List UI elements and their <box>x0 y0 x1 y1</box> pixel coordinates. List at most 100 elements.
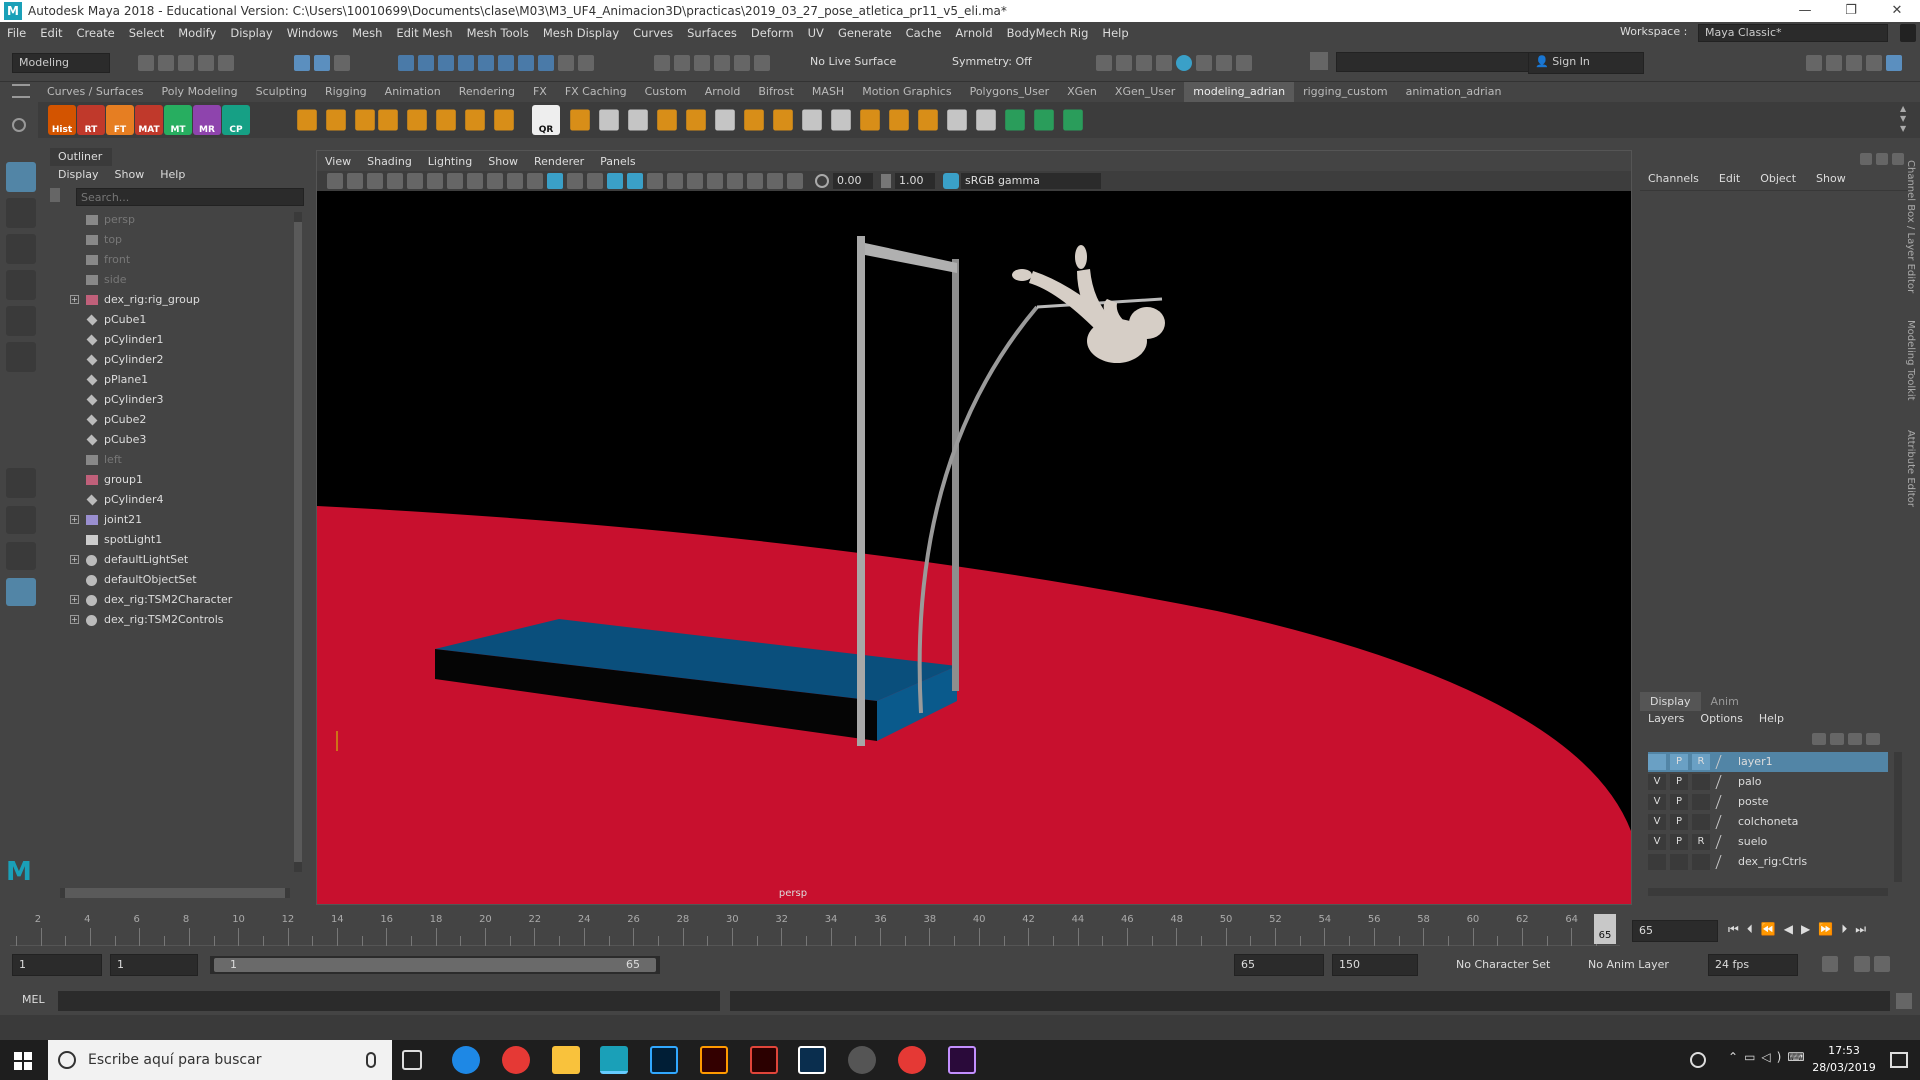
ipr-render-icon[interactable] <box>1136 55 1152 71</box>
bookmark-icon[interactable] <box>367 173 383 189</box>
shelf-tool-24-icon[interactable] <box>1005 109 1025 131</box>
outliner-item-group1[interactable]: group1 <box>50 470 290 490</box>
snap-curve-icon[interactable] <box>418 55 434 71</box>
step-forward-key-icon[interactable]: ⏩ <box>1818 922 1841 936</box>
single-pane-layout-icon[interactable] <box>6 468 36 498</box>
script-editor-icon[interactable] <box>714 55 730 71</box>
menu-bodymech-rig[interactable]: BodyMech Rig <box>1000 26 1096 40</box>
select-tool-icon[interactable] <box>6 162 36 192</box>
layer-visibility-toggle[interactable]: V <box>1648 814 1666 830</box>
menu-deform[interactable]: Deform <box>744 26 801 40</box>
current-frame-marker[interactable]: 65 <box>1594 914 1616 944</box>
outliner-search-input[interactable] <box>76 188 304 206</box>
character-controls-icon[interactable] <box>1826 55 1842 71</box>
mel-label[interactable]: MEL <box>22 993 45 1006</box>
exposure-field[interactable]: 0.00 <box>833 173 873 189</box>
shelf-tool-9-icon[interactable] <box>570 109 590 131</box>
lasso-tool-icon[interactable] <box>6 198 36 228</box>
new-empty-layer-icon[interactable] <box>1848 733 1862 745</box>
play-forward-icon[interactable]: ▶ <box>1801 922 1818 936</box>
layer-vscroll[interactable] <box>1894 752 1902 882</box>
layer-hscroll[interactable] <box>1648 888 1888 896</box>
outliner-menu-display[interactable]: Display <box>58 168 99 181</box>
viewport-menu-shading[interactable]: Shading <box>359 155 420 168</box>
color-space-dropdown[interactable]: sRGB gamma <box>961 173 1101 189</box>
use-all-lights-icon[interactable] <box>627 173 643 189</box>
layer-playback-toggle[interactable]: P <box>1670 834 1688 850</box>
move-layer-up-icon[interactable] <box>1812 733 1826 745</box>
shelf-tab-animation-adrian[interactable]: animation_adrian <box>1397 82 1511 102</box>
scale-tool-icon[interactable] <box>6 342 36 372</box>
layer-menu-help[interactable]: Help <box>1759 712 1784 725</box>
shelf-tool-13-icon[interactable] <box>686 109 706 131</box>
step-back-icon[interactable]: ⏴ <box>1747 922 1761 936</box>
pause-icon[interactable] <box>1236 55 1252 71</box>
menu-arnold[interactable]: Arnold <box>948 26 999 40</box>
input-line-field[interactable] <box>1336 52 1532 72</box>
shelf-tool-15-icon[interactable] <box>744 109 764 131</box>
layer-color-swatch[interactable] <box>1715 815 1733 829</box>
shelf-tab-fx-caching[interactable]: FX Caching <box>556 82 636 102</box>
microphone-icon[interactable] <box>366 1052 376 1068</box>
outliner-item-pcube3[interactable]: pCube3 <box>50 430 290 450</box>
step-forward-icon[interactable]: ⏵ <box>1841 922 1855 936</box>
layer-playback-toggle[interactable]: P <box>1670 794 1688 810</box>
default-lighting-icon[interactable] <box>567 173 583 189</box>
illustrator-icon[interactable] <box>700 1046 728 1074</box>
menu-windows[interactable]: Windows <box>280 26 345 40</box>
end-time-field[interactable]: 150 <box>1332 954 1418 976</box>
shelf-tool-11-icon[interactable] <box>628 109 648 131</box>
image-plane-icon[interactable] <box>387 173 403 189</box>
volume-icon[interactable]: ◁) <box>1761 1050 1787 1064</box>
shelf-tool-18-icon[interactable] <box>831 109 851 131</box>
soft-select-icon[interactable] <box>538 55 554 71</box>
resolution-gate-icon[interactable] <box>447 173 463 189</box>
viewport-menu-renderer[interactable]: Renderer <box>526 155 592 168</box>
people-icon[interactable] <box>1690 1052 1706 1068</box>
go-to-end-icon[interactable]: ⏭ <box>1855 922 1874 936</box>
snap-view-icon[interactable] <box>478 55 494 71</box>
layer-reference-toggle[interactable] <box>1692 854 1710 870</box>
channel-box-icon-b[interactable] <box>1876 153 1888 165</box>
gate-mask-icon[interactable] <box>467 173 483 189</box>
layer-reference-toggle[interactable]: R <box>1692 754 1710 770</box>
xray-icon[interactable] <box>647 173 663 189</box>
menu-surfaces[interactable]: Surfaces <box>680 26 744 40</box>
shelf-tab-custom[interactable]: Custom <box>636 82 696 102</box>
antialiasing-icon[interactable] <box>707 173 723 189</box>
viewport-menu-view[interactable]: View <box>317 155 359 168</box>
shelf-tool-12-icon[interactable] <box>657 109 677 131</box>
loop-icon[interactable] <box>1822 956 1838 972</box>
floor-suelo[interactable] <box>317 506 1631 904</box>
shelf-tool-8-icon[interactable] <box>494 109 514 131</box>
viewport-menu-show[interactable]: Show <box>480 155 526 168</box>
shelf-tab-rendering[interactable]: Rendering <box>450 82 524 102</box>
channel-box-icon-a[interactable] <box>1860 153 1872 165</box>
task-view-icon[interactable] <box>402 1050 422 1070</box>
play-backward-icon[interactable]: ◀ <box>1784 922 1801 936</box>
gamma-field[interactable]: 1.00 <box>895 173 935 189</box>
time-slider[interactable]: 2 4 6 8 10 12 14 16 18 20 22 24 26 28 30 32 34 36 38 40 42 44… <box>0 912 1920 948</box>
shelf-tool-23-icon[interactable] <box>976 109 996 131</box>
unity-icon[interactable] <box>848 1046 876 1074</box>
render-view-icon[interactable] <box>1096 55 1112 71</box>
layer-reference-toggle[interactable] <box>1692 794 1710 810</box>
shelf-button-mat[interactable]: MAT <box>135 105 163 135</box>
shelf-tool-17-icon[interactable] <box>802 109 822 131</box>
timeline-ruler[interactable]: 2 4 6 8 10 12 14 16 18 20 22 24 26 28 30 32 34 36 38 40 42 44… <box>10 914 1620 946</box>
shelf-button-mr[interactable]: MR <box>193 105 221 135</box>
layer-playback-toggle[interactable]: P <box>1670 754 1688 770</box>
layer-menu-options[interactable]: Options <box>1700 712 1742 725</box>
file-explorer-icon[interactable] <box>552 1046 580 1074</box>
layer-color-swatch[interactable] <box>1715 795 1733 809</box>
clock-time[interactable]: 17:53 <box>1816 1044 1872 1057</box>
shelf-tab-modeling-adrian[interactable]: modeling_adrian <box>1184 82 1295 102</box>
shelf-button-qr[interactable]: QR <box>532 105 560 135</box>
snap-point-icon[interactable] <box>438 55 454 71</box>
outliner-item-pcube1[interactable]: pCube1 <box>50 310 290 330</box>
range-handle[interactable]: 1 65 <box>214 958 656 972</box>
safe-title-icon[interactable] <box>507 173 523 189</box>
outliner-item-dex-rig-rig-group[interactable]: + dex_rig:rig_group <box>50 290 290 310</box>
anim-end-field[interactable]: 65 <box>1234 954 1324 976</box>
start-time-field[interactable]: 1 <box>12 954 102 976</box>
